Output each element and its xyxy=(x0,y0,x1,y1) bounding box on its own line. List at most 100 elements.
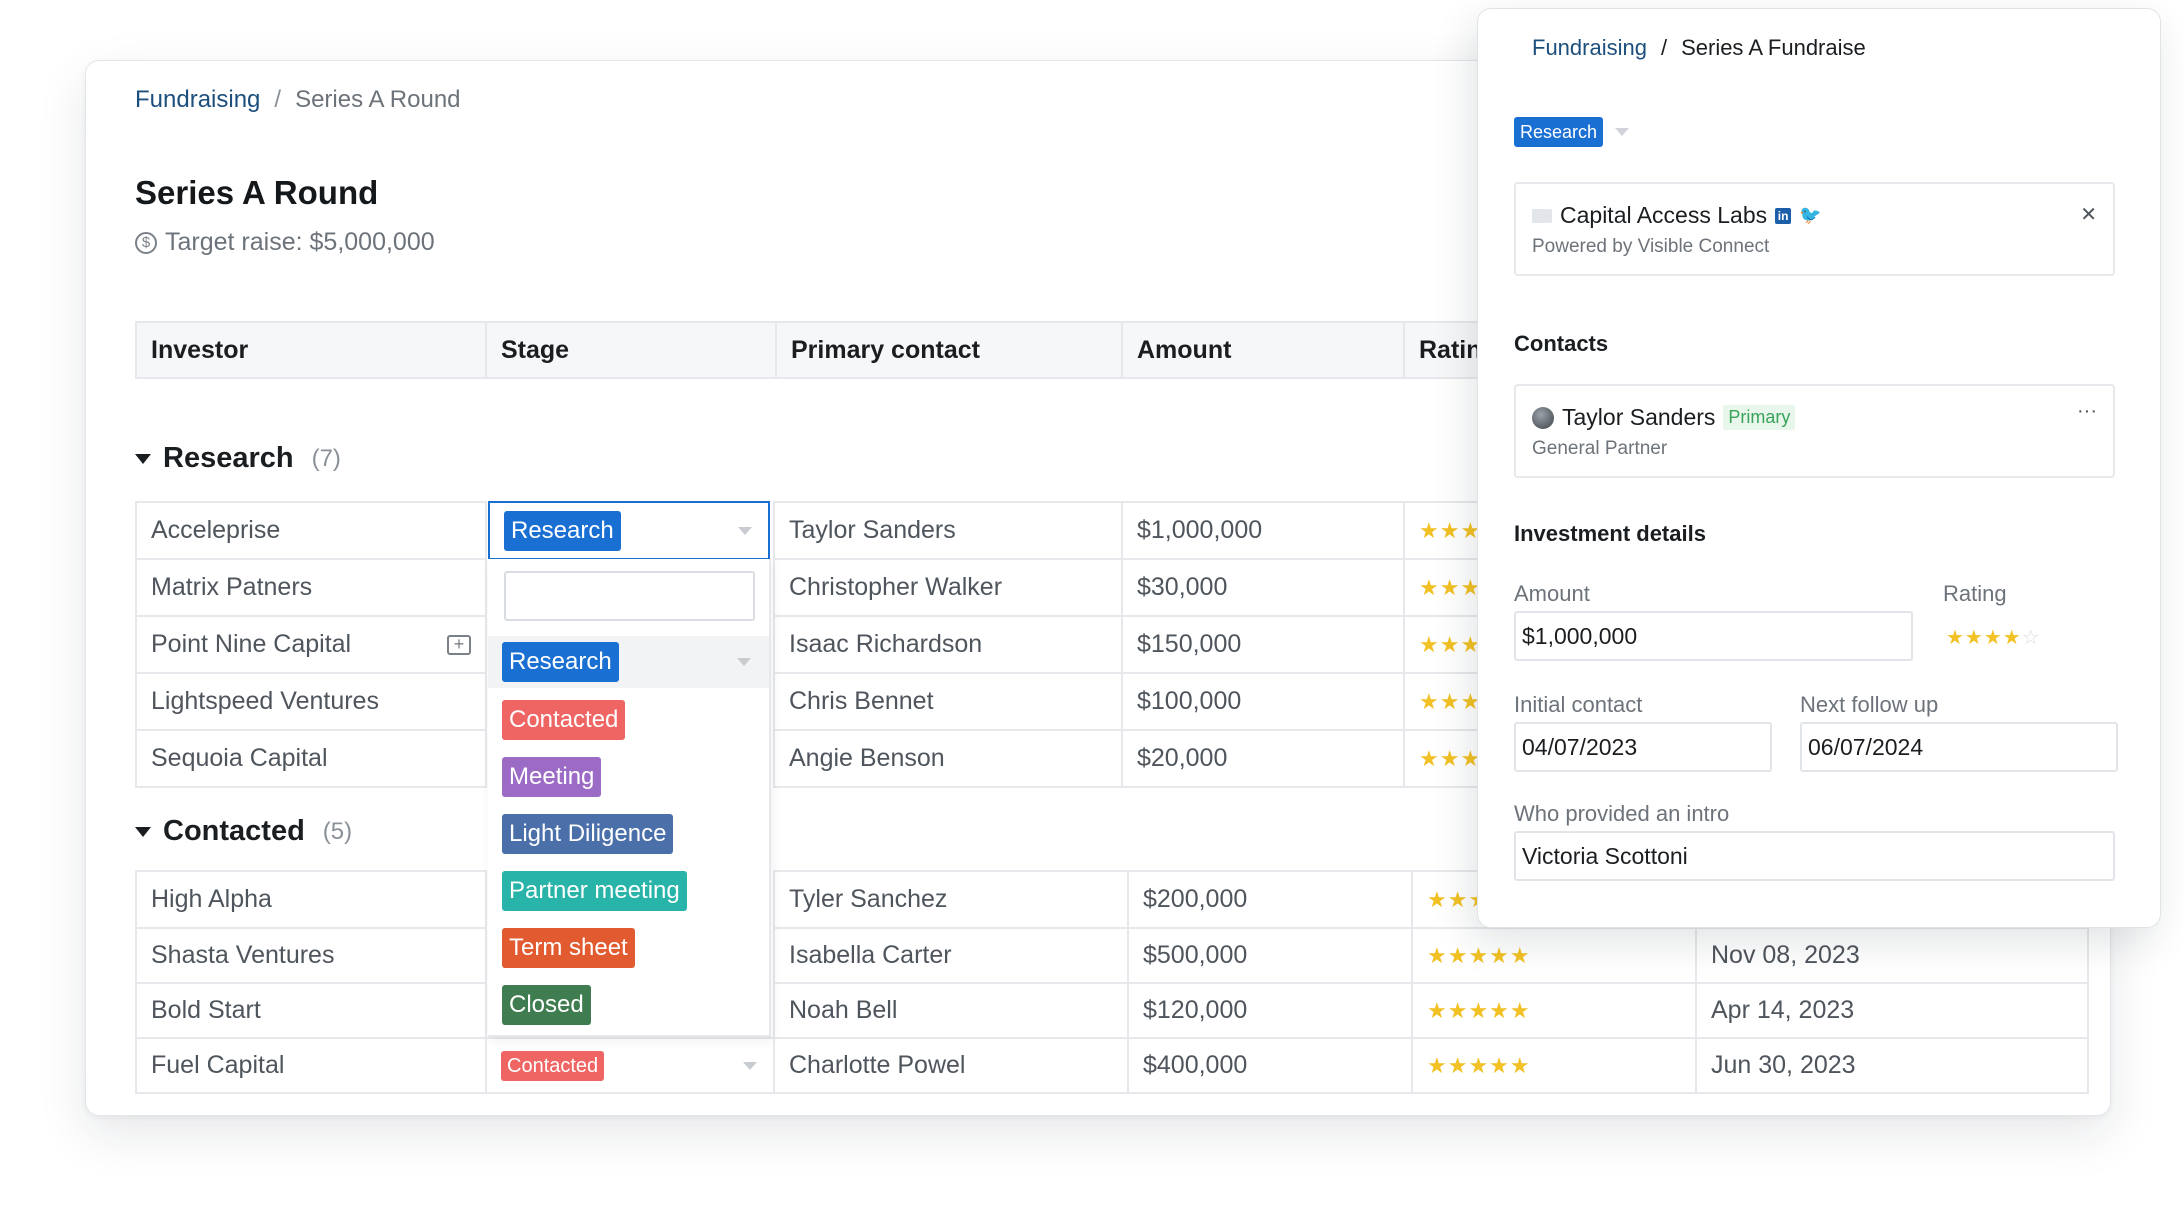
column-header-rating[interactable]: Ratin xyxy=(1403,321,1483,379)
rating-stars: ★★★★★ xyxy=(1427,1052,1531,1078)
contact-cell[interactable]: Taylor Sanders xyxy=(773,501,1123,560)
amount-cell[interactable]: $30,000 xyxy=(1121,558,1405,617)
breadcrumb-fundraising-link[interactable]: Fundraising xyxy=(135,86,260,114)
rating-cell[interactable]: ★★★ xyxy=(1403,729,1483,788)
amount-cell[interactable]: $1,000,000 xyxy=(1121,501,1405,560)
rating-cell[interactable]: ★★★★★ xyxy=(1411,1037,1697,1094)
investor-cell[interactable]: Sequoia Capital xyxy=(135,729,487,788)
group-name: Research xyxy=(163,442,294,474)
contact-cell[interactable]: Chris Bennet xyxy=(773,672,1123,731)
rating-cell[interactable]: ★★★ xyxy=(1403,615,1483,674)
column-header-stage[interactable]: Stage xyxy=(485,321,777,379)
twitter-icon[interactable]: 🐦 xyxy=(1799,205,1821,226)
contact-cell[interactable]: Angie Benson xyxy=(773,729,1123,788)
rating-stars: ★★★★★ xyxy=(1427,942,1531,968)
investor-cell[interactable]: Shasta Ventures xyxy=(135,927,487,984)
stage-dropdown: Research Contacted Meeting Light Diligen… xyxy=(488,559,771,1037)
panel-stage-tag: Research xyxy=(1514,117,1604,147)
group-name: Contacted xyxy=(163,815,305,847)
chevron-down-icon[interactable] xyxy=(743,1061,757,1070)
stage-option-partner-meeting[interactable]: Partner meeting xyxy=(488,865,769,917)
date-cell[interactable]: Jun 30, 2023 xyxy=(1695,1037,2089,1094)
initial-contact-field[interactable]: 04/07/2023 xyxy=(1514,722,1772,772)
amount-cell[interactable]: $400,000 xyxy=(1127,1037,1413,1094)
investor-cell[interactable]: Acceleprise xyxy=(135,501,487,560)
stage-option-term-sheet[interactable]: Term sheet xyxy=(488,922,769,974)
org-card: Capital Access Labs in 🐦 Powered by Visi… xyxy=(1514,182,2115,276)
dollar-circle-icon: $ xyxy=(135,231,157,254)
stage-option-light-diligence[interactable]: Light Diligence xyxy=(488,808,769,860)
stage-option-research[interactable]: Research xyxy=(488,636,769,688)
breadcrumb-separator: / xyxy=(1660,35,1668,60)
column-header-primary-contact[interactable]: Primary contact xyxy=(775,321,1123,379)
group-count: (5) xyxy=(322,817,353,845)
collapse-triangle-icon[interactable] xyxy=(135,826,151,837)
rating-cell[interactable]: ★★★ xyxy=(1403,501,1483,560)
chevron-down-icon[interactable] xyxy=(1615,128,1630,136)
stage-option-tag: Closed xyxy=(502,985,591,1025)
rating-cell[interactable]: ★★★★★ xyxy=(1411,982,1697,1039)
more-options-icon[interactable]: ··· xyxy=(2077,400,2097,423)
primary-badge: Primary xyxy=(1723,405,1796,430)
investor-cell[interactable]: Matrix Patners xyxy=(135,558,487,617)
org-powered-by: Powered by Visible Connect xyxy=(1532,236,1770,257)
amount-label: Amount xyxy=(1514,581,1590,606)
column-header-investor[interactable]: Investor xyxy=(135,321,487,379)
date-cell[interactable]: Apr 14, 2023 xyxy=(1695,982,2089,1039)
rating-cell[interactable]: ★★★ xyxy=(1403,672,1483,731)
amount-cell[interactable]: $100,000 xyxy=(1121,672,1405,731)
date-cell[interactable]: Nov 08, 2023 xyxy=(1695,927,2089,984)
org-name[interactable]: Capital Access Labs xyxy=(1560,202,1767,229)
rating-cell[interactable]: ★★★★★ xyxy=(1411,927,1697,984)
amount-cell[interactable]: $20,000 xyxy=(1121,729,1405,788)
amount-field[interactable]: $1,000,000 xyxy=(1514,611,1913,661)
comment-plus-icon[interactable]: + xyxy=(447,634,471,655)
rating-stars: ★★★★★ xyxy=(1427,997,1531,1023)
contact-cell[interactable]: Christopher Walker xyxy=(773,558,1123,617)
stage-option-tag: Research xyxy=(502,642,619,682)
investor-cell[interactable]: Point Nine Capital + xyxy=(135,615,487,674)
rating-stars-input[interactable]: ★★★★☆ xyxy=(1946,625,2041,650)
panel-stage-select[interactable]: Research xyxy=(1514,117,1630,147)
investor-cell[interactable]: Bold Start xyxy=(135,982,487,1039)
group-header-research[interactable]: Research (7) xyxy=(135,442,341,475)
target-raise: $ Target raise: $5,000,000 xyxy=(135,228,435,257)
contact-cell[interactable]: Isaac Richardson xyxy=(773,615,1123,674)
amount-cell[interactable]: $500,000 xyxy=(1127,927,1413,984)
rating-cell[interactable]: ★★★ xyxy=(1403,558,1483,617)
page-title: Series A Round xyxy=(135,174,379,211)
investor-cell[interactable]: Lightspeed Ventures xyxy=(135,672,487,731)
stage-option-tag: Meeting xyxy=(502,757,602,797)
breadcrumb-current: Series A Round xyxy=(295,86,461,113)
contact-cell[interactable]: Noah Bell xyxy=(773,982,1129,1039)
investor-cell[interactable]: Fuel Capital xyxy=(135,1037,487,1094)
close-icon[interactable]: ✕ xyxy=(2080,202,2097,227)
contact-card[interactable]: Taylor Sanders Primary General Partner ·… xyxy=(1514,384,2115,478)
contacts-section-title: Contacts xyxy=(1514,331,1609,356)
investor-cell[interactable]: High Alpha xyxy=(135,870,487,929)
stage-option-closed[interactable]: Closed xyxy=(488,979,769,1031)
next-follow-up-field[interactable]: 06/07/2024 xyxy=(1800,722,2118,772)
intro-field[interactable]: Victoria Scottoni xyxy=(1514,831,2115,881)
amount-cell[interactable]: $200,000 xyxy=(1127,870,1413,929)
linkedin-icon[interactable]: in xyxy=(1775,207,1792,224)
contact-cell[interactable]: Isabella Carter xyxy=(773,927,1129,984)
rating-stars: ★★★ xyxy=(1419,574,1482,600)
panel-breadcrumb-fundraising-link[interactable]: Fundraising xyxy=(1532,35,1647,61)
column-header-amount[interactable]: Amount xyxy=(1121,321,1405,379)
contact-cell[interactable]: Tyler Sanchez xyxy=(773,870,1129,929)
rating-stars: ★★★ xyxy=(1419,631,1482,657)
group-header-contacted[interactable]: Contacted (5) xyxy=(135,815,352,848)
stage-option-meeting[interactable]: Meeting xyxy=(488,751,769,803)
stage-option-tag: Term sheet xyxy=(502,928,635,968)
contact-cell[interactable]: Charlotte Powel xyxy=(773,1037,1129,1094)
amount-cell[interactable]: $150,000 xyxy=(1121,615,1405,674)
chevron-down-icon[interactable] xyxy=(738,526,752,535)
stage-cell[interactable]: Contacted xyxy=(485,1037,775,1094)
amount-cell[interactable]: $120,000 xyxy=(1127,982,1413,1039)
stage-cell-active[interactable]: Research xyxy=(488,501,770,560)
stage-search-input[interactable] xyxy=(504,571,755,621)
stage-option-contacted[interactable]: Contacted xyxy=(488,694,769,746)
collapse-triangle-icon[interactable] xyxy=(135,453,151,464)
next-follow-up-label: Next follow up xyxy=(1800,692,1939,717)
